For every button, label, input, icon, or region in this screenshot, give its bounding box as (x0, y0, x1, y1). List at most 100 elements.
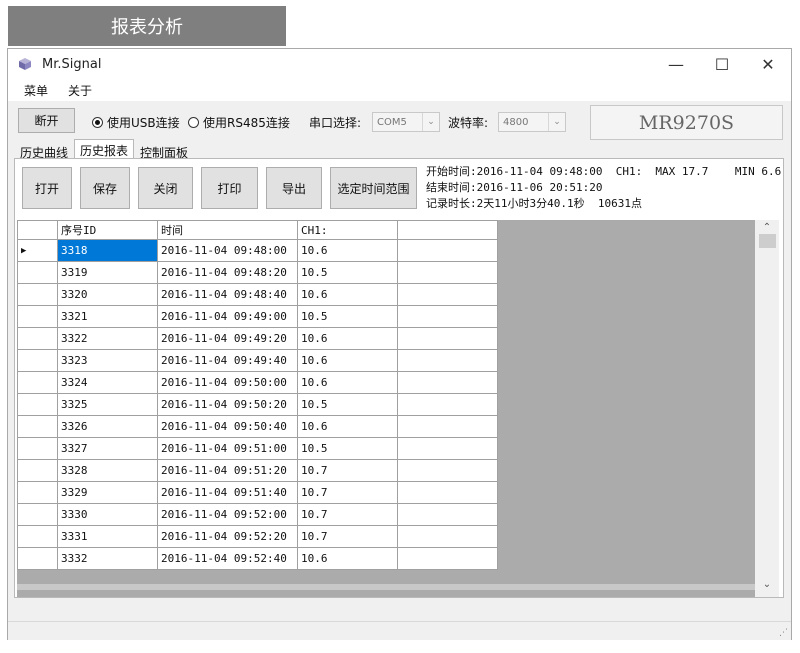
table-row[interactable]: 3329 2016-11-04 09:51:40 10.7 (17, 481, 498, 504)
cell-id[interactable]: 3320 (57, 283, 158, 306)
row-header[interactable] (17, 393, 58, 416)
row-header[interactable] (17, 525, 58, 548)
table-row[interactable]: 3332 2016-11-04 09:52:40 10.6 (17, 547, 498, 570)
row-header[interactable] (17, 283, 58, 306)
cell-time[interactable]: 2016-11-04 09:49:00 (157, 305, 298, 328)
export-button[interactable]: 导出 (266, 167, 322, 209)
usb-radio[interactable]: 使用USB连接 (92, 114, 180, 131)
cell-id[interactable]: 3329 (57, 481, 158, 504)
cell-empty[interactable] (397, 261, 498, 284)
cell-empty[interactable] (397, 283, 498, 306)
cell-ch1[interactable]: 10.6 (297, 349, 398, 372)
cell-id[interactable]: 3331 (57, 525, 158, 548)
cell-time[interactable]: 2016-11-04 09:51:20 (157, 459, 298, 482)
chevron-down-icon[interactable]: ⌄ (422, 113, 439, 131)
column-header-ch1[interactable]: CH1: (297, 220, 398, 240)
column-header-id[interactable]: 序号ID (57, 220, 158, 240)
cell-ch1[interactable]: 10.6 (297, 415, 398, 438)
disconnect-button[interactable]: 断开 (18, 108, 75, 133)
cell-empty[interactable] (397, 525, 498, 548)
menu-item-menu[interactable]: 菜单 (14, 82, 58, 99)
column-header-rowhead[interactable] (17, 220, 58, 240)
table-row[interactable]: 3324 2016-11-04 09:50:00 10.6 (17, 371, 498, 394)
select-time-range-button[interactable]: 选定时间范围 (330, 167, 417, 209)
row-header[interactable] (17, 481, 58, 504)
open-button[interactable]: 打开 (22, 167, 72, 209)
cell-id[interactable]: 3319 (57, 261, 158, 284)
cell-time[interactable]: 2016-11-04 09:51:00 (157, 437, 298, 460)
cell-empty[interactable] (397, 415, 498, 438)
cell-ch1[interactable]: 10.6 (297, 283, 398, 306)
cell-id[interactable]: 3332 (57, 547, 158, 570)
port-select[interactable]: COM5 ⌄ (372, 112, 440, 132)
cell-id[interactable]: 3321 (57, 305, 158, 328)
table-row[interactable]: 3319 2016-11-04 09:48:20 10.5 (17, 261, 498, 284)
row-header[interactable] (17, 305, 58, 328)
cell-empty[interactable] (397, 437, 498, 460)
chevron-down-icon[interactable]: ⌄ (548, 113, 565, 131)
cell-id[interactable]: 3318 (57, 239, 158, 262)
cell-id[interactable]: 3328 (57, 459, 158, 482)
vertical-scrollbar[interactable]: ⌃ ⌄ (755, 220, 779, 597)
cell-time[interactable]: 2016-11-04 09:50:20 (157, 393, 298, 416)
table-row[interactable]: 3321 2016-11-04 09:49:00 10.5 (17, 305, 498, 328)
cell-empty[interactable] (397, 459, 498, 482)
cell-time[interactable]: 2016-11-04 09:48:20 (157, 261, 298, 284)
cell-ch1[interactable]: 10.5 (297, 393, 398, 416)
cell-id[interactable]: 3325 (57, 393, 158, 416)
cell-ch1[interactable]: 10.6 (297, 327, 398, 350)
table-row[interactable]: 3330 2016-11-04 09:52:00 10.7 (17, 503, 498, 526)
scroll-up-icon[interactable]: ⌃ (755, 220, 779, 234)
cell-time[interactable]: 2016-11-04 09:52:20 (157, 525, 298, 548)
cell-empty[interactable] (397, 371, 498, 394)
table-row[interactable]: 3320 2016-11-04 09:48:40 10.6 (17, 283, 498, 306)
column-header-empty[interactable] (397, 220, 498, 240)
cell-ch1[interactable]: 10.6 (297, 239, 398, 262)
table-row[interactable]: 3325 2016-11-04 09:50:20 10.5 (17, 393, 498, 416)
table-row[interactable]: 3331 2016-11-04 09:52:20 10.7 (17, 525, 498, 548)
column-header-time[interactable]: 时间 (157, 220, 298, 240)
table-row[interactable]: 3322 2016-11-04 09:49:20 10.6 (17, 327, 498, 350)
row-header[interactable]: ▶ (17, 239, 58, 262)
cell-empty[interactable] (397, 327, 498, 350)
cell-time[interactable]: 2016-11-04 09:52:40 (157, 547, 298, 570)
cell-ch1[interactable]: 10.5 (297, 437, 398, 460)
title-bar[interactable]: Mr.Signal — ☐ ✕ (8, 49, 791, 79)
row-header[interactable] (17, 547, 58, 570)
cell-ch1[interactable]: 10.5 (297, 261, 398, 284)
row-header[interactable] (17, 349, 58, 372)
cell-empty[interactable] (397, 305, 498, 328)
rs485-radio-indicator[interactable] (188, 117, 199, 128)
row-header[interactable] (17, 415, 58, 438)
cell-time[interactable]: 2016-11-04 09:52:00 (157, 503, 298, 526)
maximize-icon[interactable]: ☐ (699, 49, 745, 79)
cell-time[interactable]: 2016-11-04 09:50:40 (157, 415, 298, 438)
horizontal-scrollbar[interactable] (17, 584, 755, 590)
table-row[interactable]: 3323 2016-11-04 09:49:40 10.6 (17, 349, 498, 372)
print-button[interactable]: 打印 (201, 167, 258, 209)
table-row[interactable]: 3327 2016-11-04 09:51:00 10.5 (17, 437, 498, 460)
cell-ch1[interactable]: 10.6 (297, 547, 398, 570)
table-row[interactable]: 3326 2016-11-04 09:50:40 10.6 (17, 415, 498, 438)
row-header[interactable] (17, 437, 58, 460)
row-header[interactable] (17, 503, 58, 526)
close-button[interactable]: 关闭 (138, 167, 193, 209)
cell-empty[interactable] (397, 349, 498, 372)
cell-empty[interactable] (397, 393, 498, 416)
scroll-down-icon[interactable]: ⌄ (755, 577, 779, 591)
rs485-radio[interactable]: 使用RS485连接 (188, 114, 290, 131)
cell-time[interactable]: 2016-11-04 09:51:40 (157, 481, 298, 504)
cell-ch1[interactable]: 10.7 (297, 459, 398, 482)
cell-id[interactable]: 3322 (57, 327, 158, 350)
row-header[interactable] (17, 261, 58, 284)
cell-time[interactable]: 2016-11-04 09:49:20 (157, 327, 298, 350)
cell-ch1[interactable]: 10.7 (297, 525, 398, 548)
cell-time[interactable]: 2016-11-04 09:50:00 (157, 371, 298, 394)
cell-id[interactable]: 3327 (57, 437, 158, 460)
cell-time[interactable]: 2016-11-04 09:49:40 (157, 349, 298, 372)
cell-empty[interactable] (397, 481, 498, 504)
cell-time[interactable]: 2016-11-04 09:48:40 (157, 283, 298, 306)
cell-empty[interactable] (397, 547, 498, 570)
cell-id[interactable]: 3323 (57, 349, 158, 372)
cell-ch1[interactable]: 10.6 (297, 371, 398, 394)
